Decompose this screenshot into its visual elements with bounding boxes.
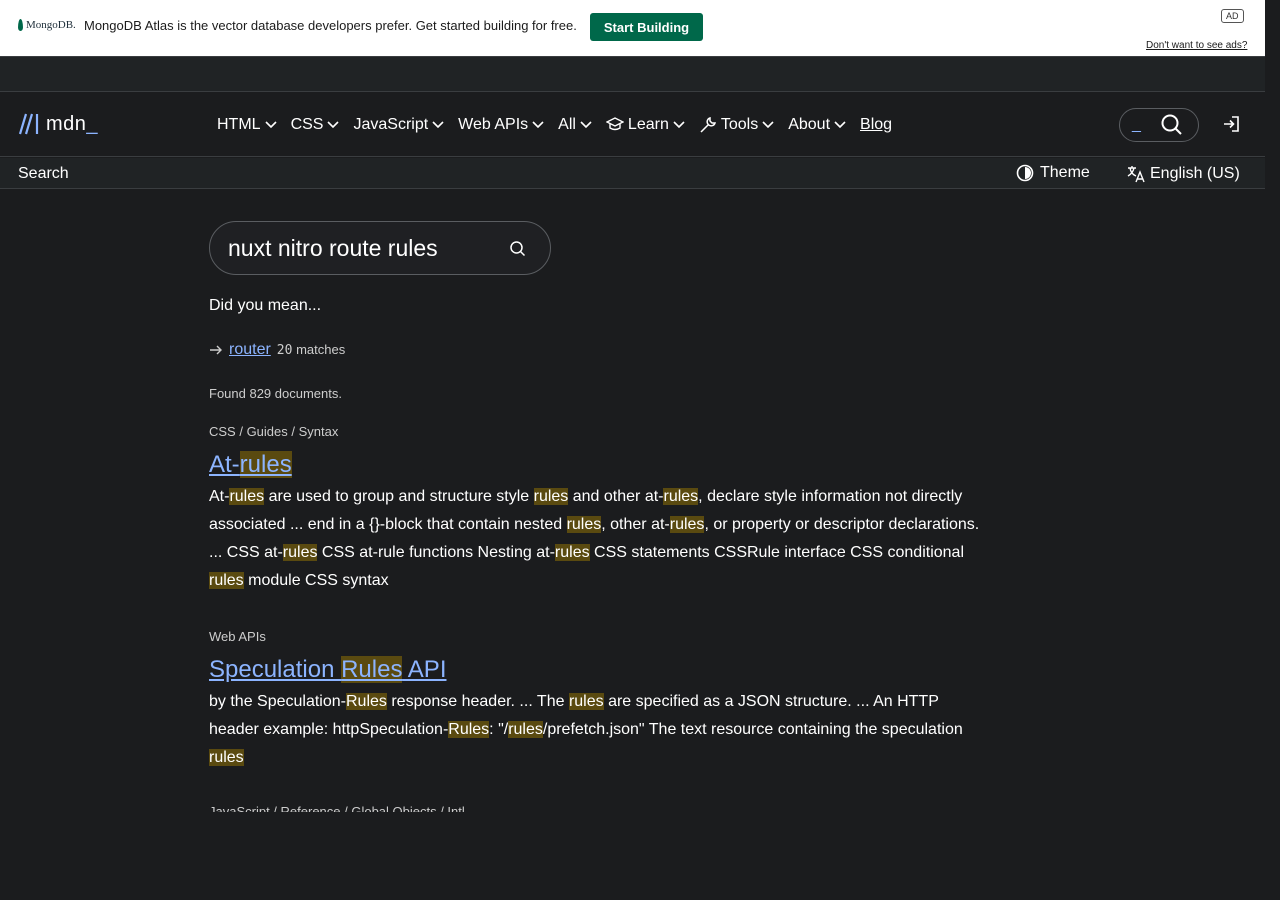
chevron-down-icon (327, 121, 340, 129)
found-count: Found 829 documents. (209, 386, 342, 401)
nav-item-css[interactable]: CSS (291, 116, 340, 134)
nav-item-tools[interactable]: Tools (699, 116, 774, 134)
nav-item-all[interactable]: All (558, 116, 592, 134)
search-form (209, 221, 551, 275)
page-title: Search (18, 165, 69, 182)
nav-item-label: Web APIs (458, 116, 529, 133)
clipped-result: JavaScript / Reference / Global Objects … (209, 804, 609, 812)
nav-item-label: About (788, 116, 831, 133)
mdn-logo-icon (18, 113, 39, 135)
chevron-down-icon (532, 121, 544, 129)
main-nav: mdn_ HTML CSS JavaScript Web APIs All Le… (0, 91, 1265, 157)
search-icon[interactable] (509, 240, 527, 258)
nav-item-html[interactable]: HTML (217, 116, 277, 134)
graduation-cap-icon (605, 117, 624, 131)
suggestion-count: 20 matches (276, 342, 346, 358)
search-icon (1161, 114, 1182, 135)
nav-item-label: Tools (720, 116, 759, 133)
result-title-link[interactable]: At-rules (209, 451, 989, 479)
ad-banner: MongoDB. MongoDB Atlas is the vector dat… (0, 0, 1265, 56)
ad-text[interactable]: MongoDB Atlas is the vector database dev… (84, 18, 577, 33)
theme-switcher[interactable]: Theme (1016, 164, 1090, 182)
logo-text: mdn_ (46, 112, 99, 135)
arrow-right-icon (210, 345, 222, 355)
result-breadcrumb: JavaScript / Reference / Global Objects … (209, 804, 465, 812)
top-strip (0, 56, 1265, 91)
search-underscore: _ (1132, 116, 1141, 133)
ad-badge: AD (1221, 9, 1244, 23)
nav-item-label: CSS (290, 116, 324, 133)
nav-menu: HTML CSS JavaScript Web APIs All Learn T… (217, 116, 892, 134)
result-breadcrumb: CSS / Guides / Syntax (209, 424, 339, 439)
leaf-icon (18, 19, 23, 31)
translate-icon (1127, 166, 1145, 183)
chevron-down-icon (580, 121, 592, 129)
nav-item-about[interactable]: About (788, 116, 846, 134)
nav-item-label: JavaScript (353, 116, 429, 133)
theme-label: Theme (1040, 164, 1090, 181)
nav-item-learn[interactable]: Learn (605, 116, 685, 134)
theme-icon (1016, 164, 1034, 182)
search-result: CSS / Guides / Syntax At-rules At-rules … (209, 424, 989, 595)
mongodb-logo[interactable]: MongoDB. (18, 19, 76, 31)
chevron-down-icon (673, 121, 685, 129)
result-breadcrumb: Web APIs (209, 629, 266, 644)
nav-item-label: All (558, 116, 576, 133)
suggestion-link[interactable]: router (229, 341, 271, 359)
result-snippet: At-rules are used to group and structure… (209, 488, 980, 589)
chevron-down-icon (432, 121, 444, 129)
nav-item-web-apis[interactable]: Web APIs (458, 116, 544, 134)
result-snippet: by the Speculation-Rules response header… (209, 693, 963, 766)
language-label: English (US) (1150, 165, 1240, 182)
nav-item-javascript[interactable]: JavaScript (353, 116, 444, 134)
nav-item-label: Learn (627, 116, 669, 133)
login-icon[interactable] (1222, 115, 1240, 133)
ad-optout-link[interactable]: Don't want to see ads? (1146, 40, 1247, 51)
did-you-mean-heading: Did you mean... (209, 297, 322, 314)
search-input[interactable] (228, 233, 498, 263)
language-switcher[interactable]: English (US) (1126, 164, 1240, 184)
start-building-button[interactable]: Start Building (590, 13, 703, 41)
suggestion-item: router 20 matches (209, 341, 345, 359)
wrench-icon (700, 116, 716, 133)
chevron-down-icon (264, 121, 277, 129)
mdn-logo[interactable]: mdn_ (18, 112, 98, 136)
nav-item-label: HTML (217, 116, 261, 133)
nav-search-button[interactable]: _ (1119, 108, 1199, 142)
ad-logo-text: MongoDB. (26, 19, 76, 31)
chevron-down-icon (762, 121, 774, 129)
sub-bar: Search Theme English (US) (0, 158, 1265, 189)
chevron-down-icon (834, 121, 846, 129)
nav-blog-link[interactable]: Blog (860, 116, 892, 134)
result-title-link[interactable]: Speculation Rules API (209, 656, 989, 684)
search-result: Web APIs Speculation Rules API by the Sp… (209, 629, 989, 772)
